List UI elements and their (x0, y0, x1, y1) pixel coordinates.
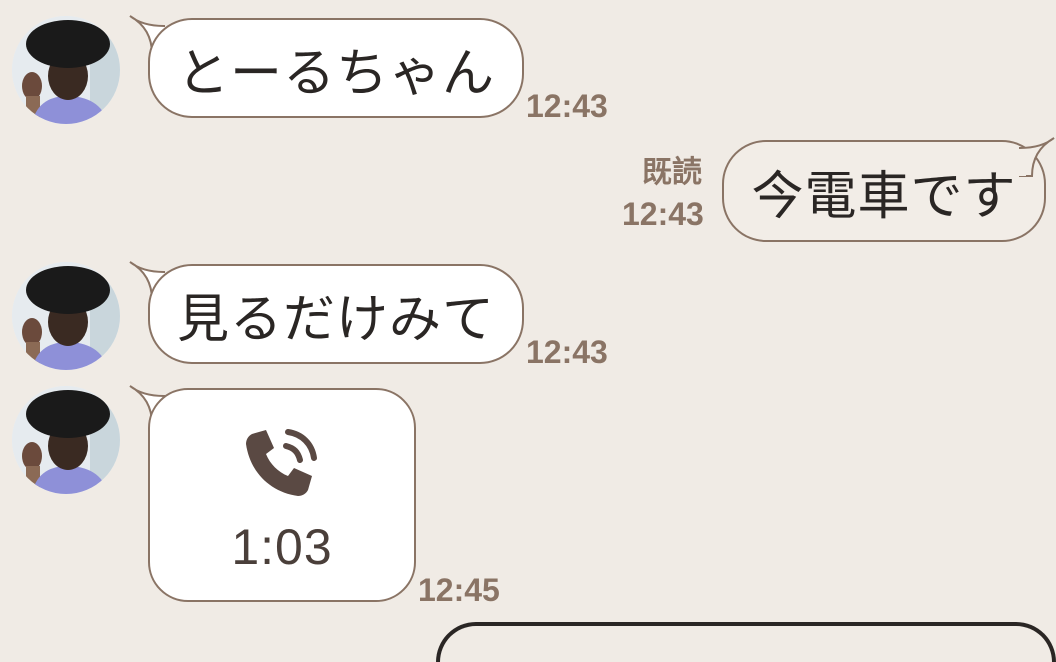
message-bubble[interactable]: 見るだけみて (148, 264, 524, 364)
avatar-photo (12, 262, 120, 370)
message-timestamp: 12:43 (622, 196, 704, 232)
bubble-tail (1016, 137, 1055, 177)
message-timestamp: 12:43 (526, 334, 608, 370)
avatar-photo (12, 386, 120, 494)
contact-avatar[interactable] (12, 16, 120, 124)
chat-thread[interactable]: とーるちゃん 12:43 既読 12:43 今電車です 見るだけみて 12:43 (0, 0, 1056, 662)
phone-call-icon (246, 429, 317, 496)
message-bubble-outgoing[interactable]: 今電車です (722, 140, 1046, 242)
message-timestamp: 12:43 (526, 88, 608, 124)
message-text: 今電車です (751, 166, 1017, 227)
call-history-bubble[interactable]: 1:03 (148, 388, 416, 602)
message-text: 見るだけみて (176, 289, 495, 350)
call-duration: 1:03 (231, 519, 333, 575)
read-receipt: 既読 (642, 155, 702, 190)
avatar-photo (12, 16, 120, 124)
message-bubble[interactable]: とーるちゃん (148, 18, 524, 118)
message-text: とーるちゃん (176, 43, 495, 104)
contact-avatar[interactable] (12, 262, 120, 370)
contact-avatar[interactable] (12, 386, 120, 494)
message-timestamp: 12:45 (418, 572, 500, 608)
message-bubble-partial[interactable] (436, 622, 1056, 662)
